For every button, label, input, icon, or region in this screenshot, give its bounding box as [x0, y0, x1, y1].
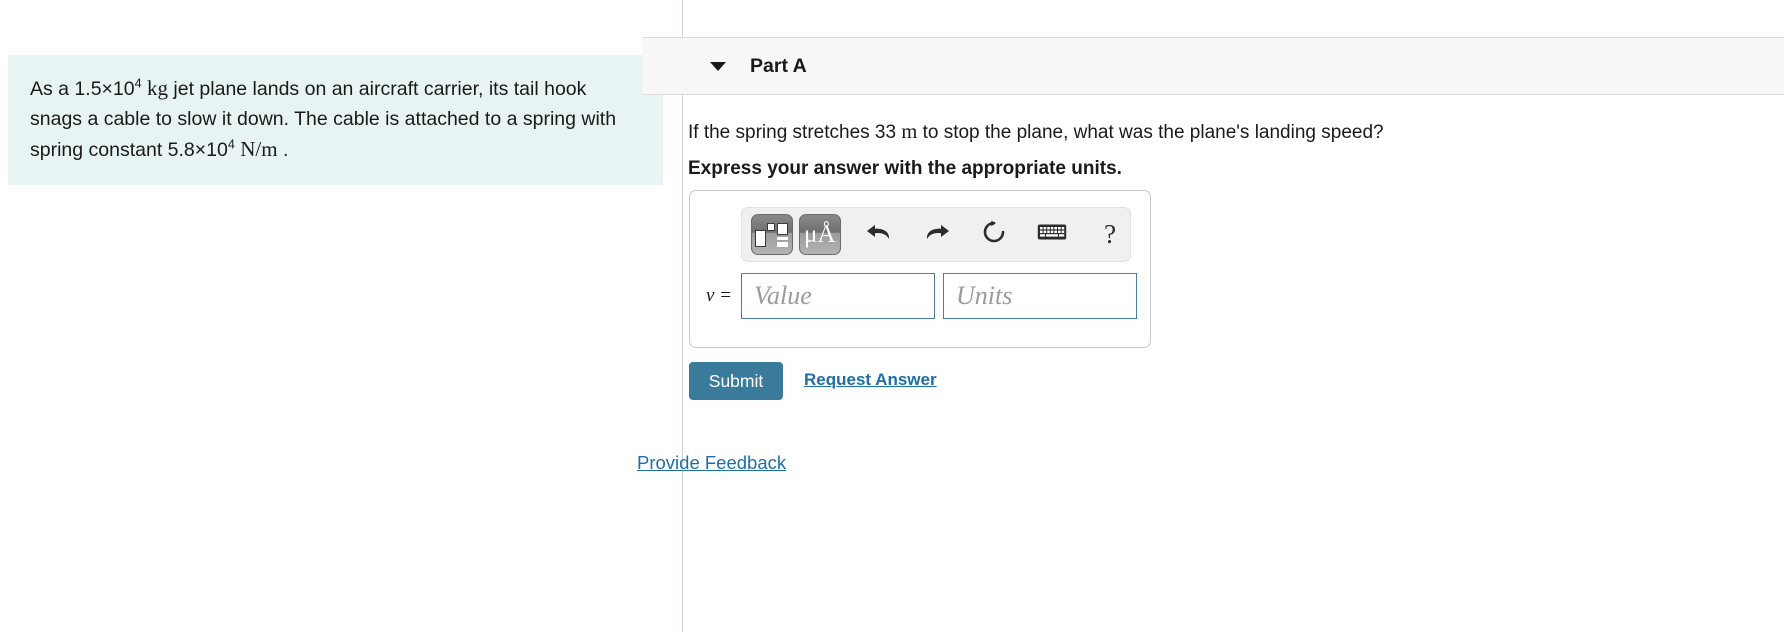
problem-exponent-1: 4: [134, 76, 142, 91]
question-text-part2: to stop the plane, what was the plane's …: [922, 122, 1384, 143]
undo-icon: [865, 220, 893, 249]
part-a-pane: Part A If the spring stretches 33 m to s…: [637, 0, 1784, 632]
problem-text-end: .: [283, 139, 289, 161]
answer-toolbar: μÅ ?: [741, 207, 1131, 262]
keyboard-icon: [1037, 222, 1067, 247]
problem-statement-pane: As a 1.5×104 kg jet plane lands on an ai…: [0, 0, 683, 632]
variable-label: v =: [705, 285, 732, 306]
redo-button[interactable]: [917, 214, 957, 256]
problem-text-part1: As a 1.5×10: [30, 78, 135, 100]
submit-button[interactable]: Submit: [689, 362, 783, 400]
reset-icon: [981, 219, 1007, 250]
problem-unit-kg: kg: [147, 76, 168, 100]
redo-icon: [923, 220, 951, 249]
units-palette-button[interactable]: μÅ: [798, 214, 841, 255]
keyboard-button[interactable]: [1032, 214, 1072, 256]
question-text-part1: If the spring stretches 33: [688, 122, 897, 143]
part-a-title: Part A: [750, 54, 807, 77]
units-input[interactable]: [943, 273, 1137, 319]
reset-button[interactable]: [974, 214, 1014, 256]
part-a-instruction: Express your answer with the appropriate…: [688, 158, 1122, 179]
problem-statement-box: As a 1.5×104 kg jet plane lands on an ai…: [8, 55, 663, 185]
part-a-question: If the spring stretches 33 m to stop the…: [688, 121, 1384, 144]
micro-angstrom-icon: μÅ: [804, 221, 836, 248]
math-template-button[interactable]: [751, 214, 793, 255]
part-a-header[interactable]: Part A: [642, 37, 1784, 95]
mastering-physics-problem-page: As a 1.5×104 kg jet plane lands on an ai…: [0, 0, 1784, 632]
answer-field-row: v =: [690, 273, 1150, 319]
question-mark-icon: ?: [1104, 219, 1117, 249]
help-button[interactable]: ?: [1090, 214, 1130, 256]
undo-button[interactable]: [859, 214, 899, 256]
question-unit-m: m: [901, 121, 918, 143]
math-template-icon: [754, 222, 789, 248]
caret-down-icon[interactable]: [710, 61, 726, 71]
problem-statement-text: As a 1.5×104 kg jet plane lands on an ai…: [30, 73, 641, 165]
problem-unit-n-per-m: N/m: [240, 137, 278, 161]
request-answer-link[interactable]: Request Answer: [804, 370, 937, 390]
provide-feedback-link[interactable]: Provide Feedback: [637, 452, 786, 474]
answer-entry-widget: μÅ ? v = Value Units: [689, 190, 1151, 348]
problem-exponent-2: 4: [227, 137, 235, 152]
value-input[interactable]: [741, 273, 935, 319]
